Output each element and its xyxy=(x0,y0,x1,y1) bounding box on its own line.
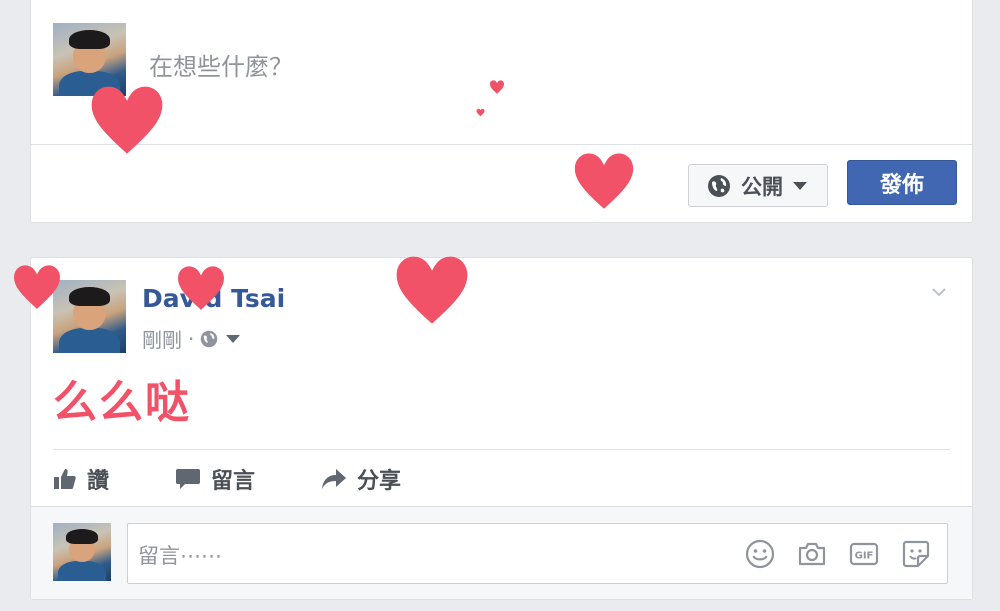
like-button[interactable]: 讚 xyxy=(53,461,109,497)
post-meta: 剛剛 · xyxy=(142,324,241,353)
comment-label: 留言 xyxy=(211,469,256,494)
like-label: 讚 xyxy=(87,469,110,494)
heart-icon xyxy=(476,108,485,117)
post-options-chevron-icon[interactable] xyxy=(931,284,947,300)
heart-icon xyxy=(178,266,224,310)
gif-icon[interactable]: GIF xyxy=(848,538,880,570)
heart-icon xyxy=(396,256,468,324)
sticker-icon[interactable] xyxy=(900,538,932,570)
avatar[interactable] xyxy=(53,280,126,353)
privacy-selector-button[interactable]: 公開 xyxy=(688,164,828,207)
composer-input[interactable]: 在想些什麼？ xyxy=(149,47,293,82)
camera-icon[interactable] xyxy=(796,538,828,570)
heart-icon xyxy=(489,80,505,94)
privacy-label: 公開 xyxy=(741,174,783,199)
heart-icon xyxy=(14,265,60,309)
comment-input[interactable]: 留言⋯⋯ GIF xyxy=(127,523,948,584)
divider xyxy=(31,144,972,145)
emoji-icon[interactable] xyxy=(744,538,776,570)
meta-separator: · xyxy=(188,326,195,351)
composer-card: 在想些什麼？ 公開 發佈 xyxy=(30,0,973,223)
share-label: 分享 xyxy=(357,469,402,494)
divider xyxy=(53,449,950,450)
post-timestamp[interactable]: 剛剛 xyxy=(142,324,182,353)
post-button[interactable]: 發佈 xyxy=(847,160,957,205)
thumbs-up-icon xyxy=(54,469,76,489)
audience-dropdown-icon[interactable] xyxy=(226,334,241,343)
gif-text: GIF xyxy=(855,551,874,562)
post-text: 么么哒 xyxy=(53,377,191,428)
heart-icon xyxy=(574,153,634,209)
globe-icon xyxy=(201,330,218,347)
share-button[interactable]: 分享 xyxy=(321,461,401,497)
heart-icon xyxy=(91,86,163,154)
post-card: David Tsai 剛剛 · 么么哒 讚 留言 分享 留言⋯⋯ GIF xyxy=(30,257,973,600)
comment-bubble-icon xyxy=(176,469,200,489)
chevron-down-icon xyxy=(793,181,807,190)
share-arrow-icon xyxy=(322,469,346,489)
avatar xyxy=(53,523,111,581)
comment-placeholder: 留言⋯⋯ xyxy=(138,544,222,568)
globe-icon xyxy=(708,174,730,197)
comment-area: 留言⋯⋯ GIF xyxy=(31,506,972,599)
comment-button[interactable]: 留言 xyxy=(175,461,255,497)
